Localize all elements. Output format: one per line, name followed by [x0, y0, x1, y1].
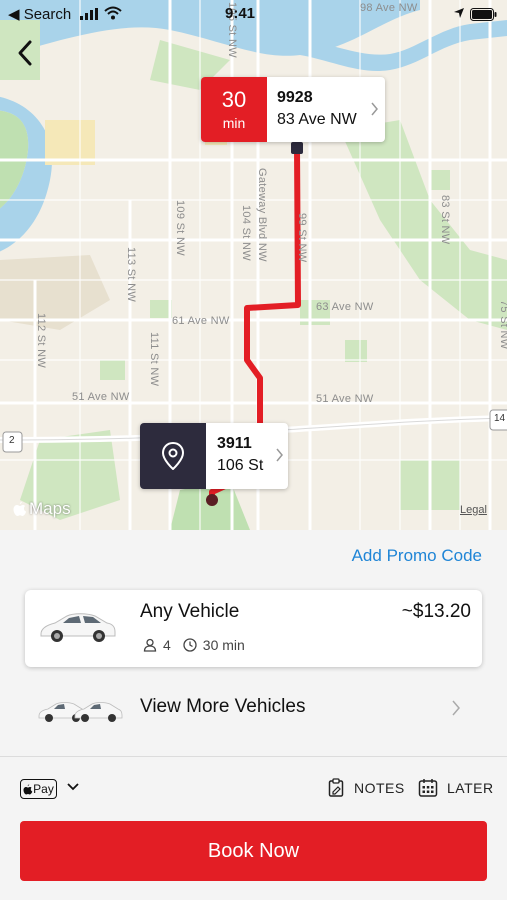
divider: [0, 756, 507, 757]
car-icon: [40, 613, 116, 642]
destination-marker: [291, 142, 303, 154]
location-arrow-icon: [454, 8, 464, 18]
street-label: 51 Ave NW: [72, 391, 130, 403]
booking-sheet: Add Promo Code Any Vehicle ~$13.20 4 30 …: [0, 530, 507, 900]
chevron-right-icon: [276, 448, 283, 462]
street-label: 61 Ave NW: [172, 315, 230, 327]
wifi-icon: [104, 6, 122, 20]
car-icon: [38, 702, 123, 722]
street-label: 75 St NW: [498, 300, 507, 350]
status-bar: ◀ Search 9:41: [0, 0, 507, 28]
vehicle-seats: 4: [163, 637, 171, 653]
pin-icon: [162, 442, 184, 470]
eta-badge: 30 min: [201, 77, 267, 142]
view-more-vehicles-label: View More Vehicles: [140, 696, 306, 717]
apple-maps-logo: Maps: [13, 499, 71, 519]
status-time: 9:41: [225, 5, 256, 22]
street-label: 113 St NW: [125, 247, 137, 303]
clock-icon: [183, 638, 197, 652]
notes-label: NOTES: [354, 780, 405, 796]
back-to-search-link[interactable]: ◀ Search: [8, 5, 71, 23]
street-label: 109 St NW: [174, 200, 186, 256]
chevron-down-icon[interactable]: [66, 782, 80, 792]
battery-icon: [470, 8, 497, 21]
eta-value: 30: [221, 87, 247, 112]
street-label: 112 St NW: [35, 313, 47, 369]
apple-icon: [23, 783, 33, 794]
payment-method-button[interactable]: Pay: [20, 779, 57, 799]
destination-callout[interactable]: 30 min 9928 83 Ave NW: [201, 77, 385, 142]
vehicle-option-card[interactable]: Any Vehicle ~$13.20 4 30 min: [25, 590, 482, 667]
add-promo-code-link[interactable]: Add Promo Code: [352, 546, 482, 566]
chevron-right-icon: [371, 102, 378, 116]
back-chevron-icon[interactable]: [10, 36, 42, 70]
vehicle-name: Any Vehicle: [140, 601, 240, 622]
pickup-line1: 3911: [217, 435, 252, 452]
destination-line1: 9928: [277, 89, 313, 106]
view-more-vehicles-row[interactable]: View More Vehicles: [0, 688, 507, 748]
pickup-callout[interactable]: 3911 106 St: [140, 423, 288, 489]
street-label: 99 St NW: [296, 213, 308, 263]
chevron-right-icon: [452, 700, 460, 716]
shield-2-label: 2: [9, 435, 15, 446]
booking-options-row: Pay NOTES LATER: [0, 770, 507, 810]
calendar-icon: [418, 779, 438, 797]
street-label: 63 Ave NW: [316, 301, 374, 313]
street-label: 111 St NW: [148, 332, 160, 387]
maps-logo-text: Maps: [29, 499, 71, 518]
vehicle-duration: 30 min: [202, 637, 245, 653]
street-label: 51 Ave NW: [316, 393, 374, 405]
legal-link[interactable]: Legal: [460, 504, 487, 516]
destination-line2: 83 Ave NW: [277, 111, 357, 128]
person-icon: [143, 638, 157, 652]
street-label: Gateway Blvd NW: [256, 168, 268, 262]
destination-address: 9928 83 Ave NW: [267, 77, 357, 142]
notes-button[interactable]: NOTES: [328, 778, 405, 798]
payment-method-label: Pay: [33, 782, 54, 796]
pickup-marker: [206, 494, 218, 506]
map-view[interactable]: 2 14 98 Ave NW 105 St NW 109 St NW 113 S…: [0, 0, 507, 530]
pickup-line2: 106 St: [217, 457, 264, 474]
pickup-pin-badge: [140, 423, 206, 489]
apple-icon: [13, 501, 26, 516]
street-label: 83 St NW: [439, 195, 451, 245]
schedule-later-button[interactable]: LATER: [418, 778, 494, 798]
book-now-button[interactable]: Book Now: [20, 821, 487, 881]
notes-icon: [328, 778, 344, 797]
vehicle-price: ~$13.20: [401, 601, 471, 622]
eta-unit: min: [222, 115, 246, 131]
shield-14-label: 14: [494, 413, 506, 424]
pickup-address: 3911 106 St: [206, 423, 263, 489]
later-label: LATER: [447, 780, 494, 796]
street-label: 104 St NW: [240, 205, 252, 261]
signal-icon: [80, 8, 98, 20]
vehicle-meta: 4 30 min: [143, 637, 245, 653]
